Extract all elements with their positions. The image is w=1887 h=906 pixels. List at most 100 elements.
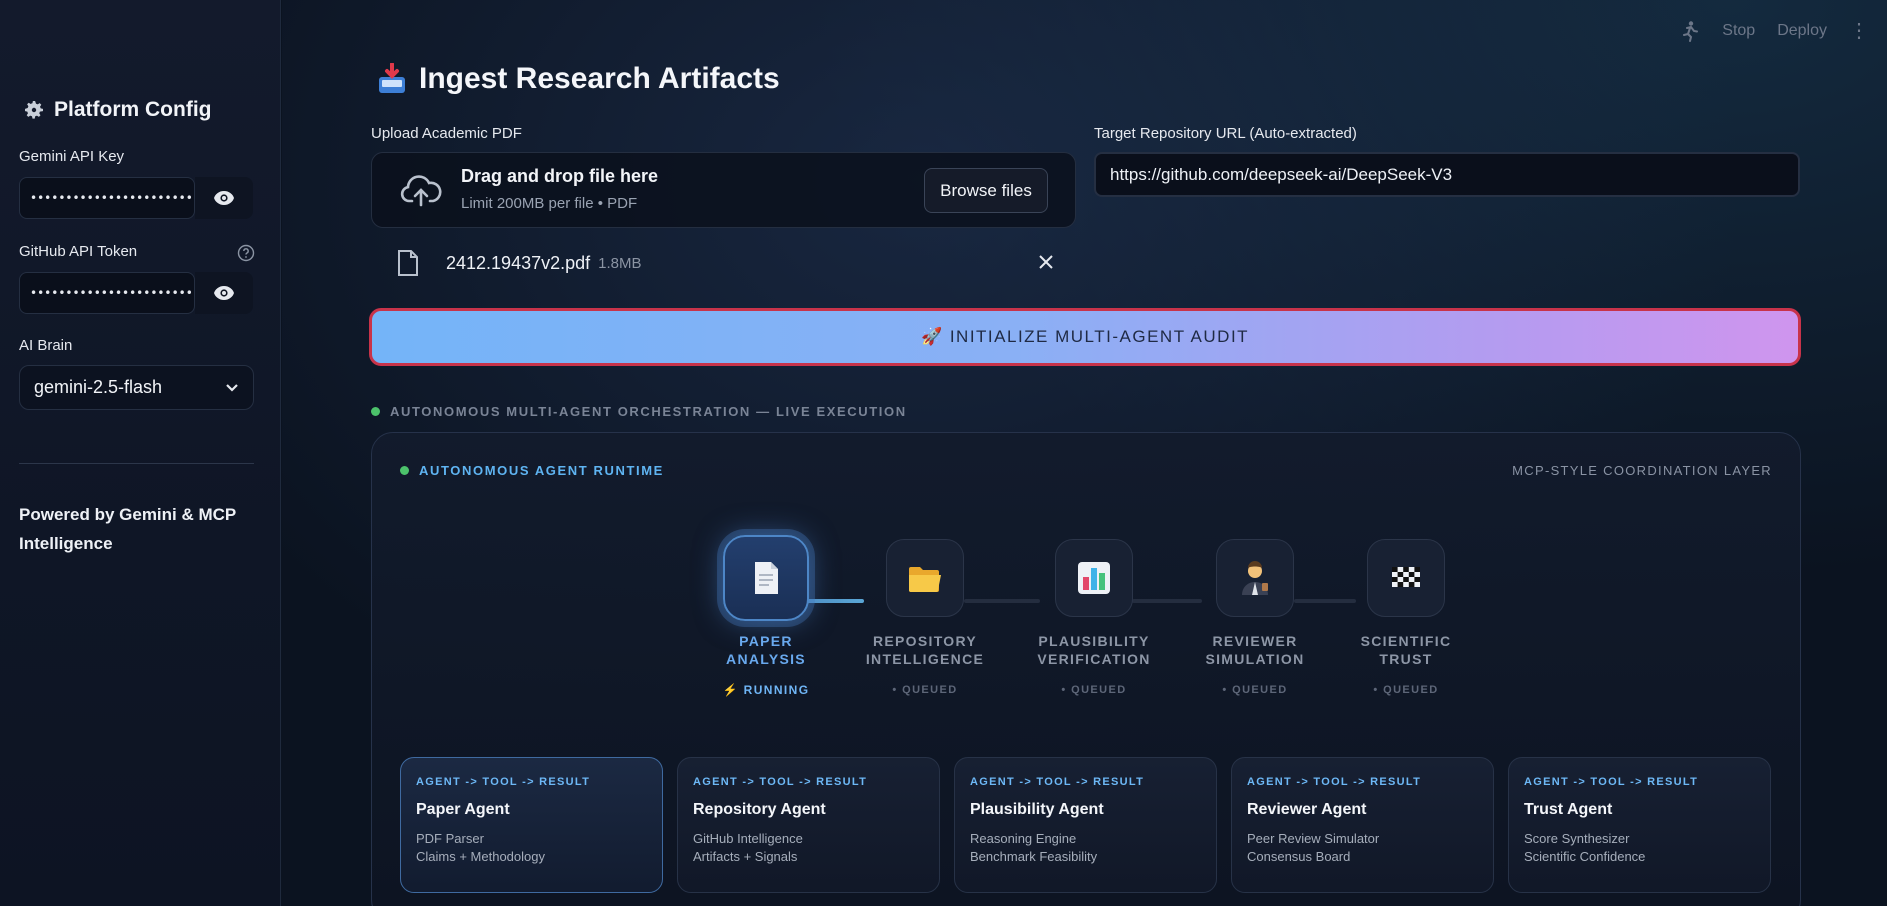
document-icon (755, 562, 778, 594)
dropzone-instruction: Drag and drop file here (461, 166, 659, 186)
github-token-label: GitHub API Token (19, 243, 138, 260)
deploy-button[interactable]: Deploy (1777, 22, 1827, 40)
bar-chart-icon (1078, 562, 1110, 594)
gear-icon (25, 101, 43, 119)
file-icon (398, 250, 418, 276)
stage-plausibility-verification[interactable] (1055, 539, 1133, 617)
file-name: 2412.19437v2.pdf (446, 252, 591, 273)
cloud-upload-icon (400, 175, 442, 207)
chevron-down-icon (226, 383, 238, 392)
stage-label-line: VERIFICATION (1037, 651, 1151, 667)
gemini-key-input[interactable]: ••••••••••••••••••••••••••••••••••••• (19, 177, 195, 219)
agent-card-plausibility[interactable]: AGENT -> TOOL -> RESULT Plausibility Age… (954, 757, 1217, 893)
agent-cards: AGENT -> TOOL -> RESULT Paper Agent PDF … (400, 757, 1771, 893)
sidebar-divider (19, 463, 254, 464)
stage-paper-analysis[interactable] (723, 535, 809, 621)
card-tag: AGENT -> TOOL -> RESULT (693, 776, 868, 788)
orchestration-heading: AUTONOMOUS MULTI-AGENT ORCHESTRATION — L… (371, 404, 907, 419)
card-tool: PDF Parser (416, 831, 484, 846)
card-tag: AGENT -> TOOL -> RESULT (1524, 776, 1699, 788)
sidebar: Platform Config Gemini API Key •••••••••… (0, 0, 281, 906)
card-result: Consensus Board (1247, 849, 1351, 864)
show-password-button[interactable] (195, 272, 253, 314)
orchestration-heading-text: AUTONOMOUS MULTI-AGENT ORCHESTRATION — L… (390, 404, 907, 419)
stage-label: REPOSITORY INTELLIGENCE (855, 632, 995, 668)
stage-status: • QUEUED (892, 684, 958, 696)
browse-files-button[interactable]: Browse files (924, 168, 1048, 213)
stage-label-line: REVIEWER (1212, 633, 1298, 649)
card-tool: GitHub Intelligence (693, 831, 803, 846)
card-tool: Score Synthesizer (1524, 831, 1630, 846)
page-title: Ingest Research Artifacts (377, 62, 780, 96)
pipeline-connector (1132, 599, 1202, 603)
close-icon[interactable] (1037, 253, 1055, 271)
stage-status: ⚡ RUNNING (722, 683, 810, 697)
agent-card-paper[interactable]: AGENT -> TOOL -> RESULT Paper Agent PDF … (400, 757, 663, 893)
top-toolbar: Stop Deploy ⋮ (1678, 18, 1887, 43)
sidebar-title-text: Platform Config (54, 98, 212, 121)
stage-label-line: INTELLIGENCE (865, 651, 985, 667)
eye-icon (214, 191, 234, 205)
stage-label-line: SCIENTIFIC (1360, 633, 1452, 649)
ai-brain-label: AI Brain (19, 337, 73, 354)
stage-label-line: ANALYSIS (726, 651, 806, 667)
stage-label: PAPER ANALYSIS (696, 632, 836, 668)
stage-status: • QUEUED (1373, 684, 1439, 696)
reviewer-icon (1242, 561, 1268, 595)
github-token-input[interactable]: ••••••••••••••••••••••••••••••••••••• (19, 272, 195, 314)
card-title: Reviewer Agent (1247, 801, 1367, 818)
upload-label: Upload Academic PDF (371, 125, 522, 142)
running-man-icon (1683, 20, 1699, 42)
stop-button[interactable]: Stop (1722, 22, 1755, 40)
file-size: 1.8MB (598, 254, 642, 272)
card-tool: Reasoning Engine (970, 831, 1077, 846)
dropzone-limit: Limit 200MB per file • PDF (461, 195, 638, 212)
uploaded-file-row: 2412.19437v2.pdf 1.8MB (396, 247, 1066, 279)
stage-repository-intelligence[interactable] (886, 539, 964, 617)
card-tag: AGENT -> TOOL -> RESULT (416, 776, 591, 788)
agent-card-trust[interactable]: AGENT -> TOOL -> RESULT Trust Agent Scor… (1508, 757, 1771, 893)
card-result: Benchmark Feasibility (970, 849, 1098, 864)
stage-label-line: REPOSITORY (872, 633, 978, 649)
agent-pipeline: PAPER ANALYSIS ⚡ RUNNING REPOSITORY INTE… (372, 433, 1800, 713)
card-title: Trust Agent (1524, 801, 1613, 818)
main-menu-button[interactable]: ⋮ (1849, 18, 1869, 43)
gemini-key-field: ••••••••••••••••••••••••••••••••••••• (19, 177, 253, 219)
agent-card-repository[interactable]: AGENT -> TOOL -> RESULT Repository Agent… (677, 757, 940, 893)
page-title-text: Ingest Research Artifacts (419, 62, 780, 95)
checkered-flag-icon (1392, 567, 1420, 587)
sidebar-title: Platform Config (22, 98, 212, 122)
repo-url-input[interactable]: https://github.com/deepseek-ai/DeepSeek-… (1094, 152, 1800, 197)
initialize-audit-button[interactable]: 🚀 INITIALIZE MULTI-AGENT AUDIT (369, 308, 1801, 366)
stage-label-line: PLAUSIBILITY (1038, 633, 1150, 649)
ai-brain-select[interactable]: gemini-2.5-flash (19, 365, 254, 410)
show-password-button[interactable] (195, 177, 253, 219)
stage-label: REVIEWER SIMULATION (1185, 632, 1325, 668)
card-title: Plausibility Agent (970, 801, 1104, 818)
stage-label: PLAUSIBILITY VERIFICATION (1024, 632, 1164, 668)
help-icon[interactable] (237, 244, 255, 262)
agent-runtime-panel: AUTONOMOUS AGENT RUNTIME MCP-STYLE COORD… (371, 432, 1801, 906)
file-dropzone[interactable]: Drag and drop file here Limit 200MB per … (371, 152, 1076, 228)
pipeline-connector (964, 599, 1040, 603)
stage-label: SCIENTIFIC TRUST (1336, 632, 1476, 668)
ai-brain-value: gemini-2.5-flash (34, 377, 163, 397)
eye-icon (214, 286, 234, 300)
card-result: Claims + Methodology (416, 849, 545, 864)
stage-scientific-trust[interactable] (1367, 539, 1445, 617)
live-status-dot (371, 407, 380, 416)
folder-icon (909, 567, 941, 592)
powered-by-text: Powered by Gemini & MCP Intelligence (19, 505, 236, 553)
card-title: Paper Agent (416, 801, 510, 818)
card-tag: AGENT -> TOOL -> RESULT (970, 776, 1145, 788)
agent-card-reviewer[interactable]: AGENT -> TOOL -> RESULT Reviewer Agent P… (1231, 757, 1494, 893)
pipeline-connector (1294, 599, 1356, 603)
stage-status: • QUEUED (1222, 684, 1288, 696)
stage-reviewer-simulation[interactable] (1216, 539, 1294, 617)
github-token-field: ••••••••••••••••••••••••••••••••••••• (19, 272, 253, 314)
inbox-tray-icon (379, 63, 405, 93)
card-result: Scientific Confidence (1524, 849, 1646, 864)
repo-url-label: Target Repository URL (Auto-extracted) (1094, 125, 1357, 142)
stage-label-line: PAPER (739, 633, 793, 649)
gemini-key-label: Gemini API Key (19, 148, 125, 165)
